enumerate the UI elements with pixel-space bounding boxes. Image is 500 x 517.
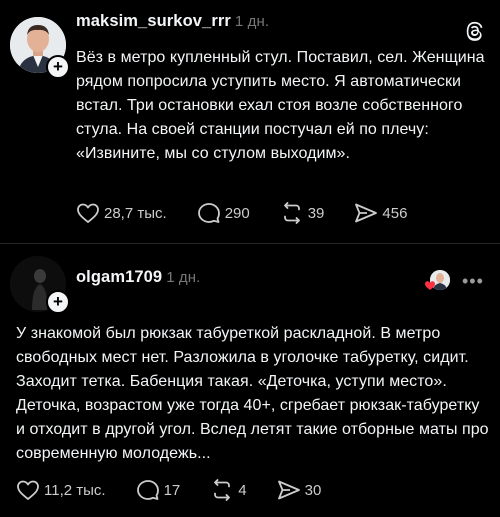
repost-count: 39 [307,204,325,222]
heart-icon [77,203,99,223]
comment-count: 290 [224,204,250,222]
like-count: 11,2 тыс. [44,481,106,499]
comment-button[interactable]: 17 [136,479,181,501]
share-count: 30 [304,481,322,499]
like-count: 28,7 тыс. [104,204,167,222]
post-text: Вёз в метро купленный стул. Поставил, се… [76,49,485,162]
post-username[interactable]: olgam1709 1 дн. [76,268,200,287]
repost-button[interactable]: 4 [210,479,247,501]
send-icon [355,203,378,223]
username-text[interactable]: maksim_surkov_rrr [76,12,231,30]
repost-icon [283,202,300,224]
post-actions: 28,7 тыс. 290 39 456 [76,202,437,224]
follow-button[interactable]: + [46,290,70,314]
liked-by-author-badge [424,268,452,292]
send-icon [277,480,300,500]
post-username[interactable]: maksim_surkov_rrr 1 дн. [76,12,269,31]
heart-icon [17,480,39,500]
like-button[interactable]: 28,7 тыс. [76,202,167,224]
comment-bubble-icon [136,480,159,500]
more-icon: ••• [462,271,484,291]
repost-count: 4 [238,481,247,499]
post-divider [0,243,500,244]
like-button[interactable]: 11,2 тыс. [16,479,106,501]
repost-button[interactable]: 39 [280,202,325,224]
share-button[interactable]: 30 [277,479,322,501]
heart-icon [425,281,435,290]
threads-logo-icon[interactable] [463,20,485,42]
comment-count: 17 [163,481,181,499]
post-time: 1 дн. [234,13,270,30]
follow-button[interactable]: + [46,55,70,79]
post-actions: 11,2 тыс. 17 4 30 [16,479,351,501]
share-button[interactable]: 456 [354,202,407,224]
comment-button[interactable]: 290 [197,202,250,224]
plus-icon: + [53,57,63,76]
post-time: 1 дн. [166,269,201,286]
repost-icon [214,479,231,501]
comment-bubble-icon [197,203,220,223]
plus-icon: + [53,292,63,311]
more-options-button[interactable]: ••• [462,271,484,292]
share-count: 456 [382,204,408,222]
username-text[interactable]: olgam1709 [76,268,162,286]
post-text: У знакомой был рюкзак табуреткой расклад… [16,325,489,462]
